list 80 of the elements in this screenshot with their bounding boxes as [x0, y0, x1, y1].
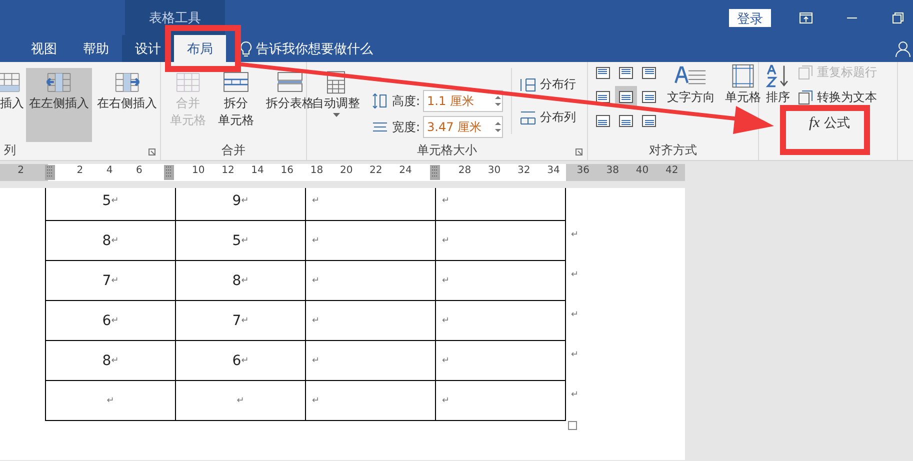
insert-button[interactable]: 在左侧插入 — [26, 68, 92, 142]
ruler-number: 40 — [634, 165, 650, 178]
dialog-launcher-icon[interactable] — [575, 148, 583, 156]
data-button[interactable]: fx 公式 — [795, 112, 879, 134]
spinner-icon[interactable] — [494, 120, 502, 134]
ruler-number: 28 — [457, 165, 472, 178]
group-label: 合并 — [222, 142, 246, 159]
ruler-number: 12 — [220, 165, 236, 178]
table-cell: ↵ — [45, 380, 176, 421]
ruler-number: 24 — [398, 165, 413, 178]
restore-icon[interactable] — [891, 10, 905, 24]
table-cell: ↵ — [435, 380, 566, 421]
distribute-columns-icon — [520, 110, 536, 126]
ruler-number: 34 — [546, 165, 561, 178]
dropdown-caret-icon — [332, 113, 340, 117]
lightbulb-icon — [240, 40, 252, 56]
field-label: 高度: — [392, 92, 420, 110]
ruler-number: 38 — [605, 165, 620, 178]
size-field[interactable]: 1.1 厘米 — [423, 90, 504, 112]
convert-icon — [797, 90, 813, 106]
insert-button[interactable]: 插入 — [0, 68, 24, 142]
ruler-number: 16 — [280, 165, 294, 178]
ribbon-tab[interactable]: 帮助 — [70, 35, 122, 62]
column-marker-icon[interactable] — [164, 165, 174, 180]
login-button[interactable]: 登录 — [729, 8, 771, 26]
ruler-number: 18 — [309, 165, 324, 178]
distribute-button[interactable]: 分布列 — [518, 107, 578, 128]
table-resize-handle[interactable] — [568, 421, 577, 430]
alignment-option-button[interactable]: 单元格 — [722, 62, 764, 136]
ribbon-display-icon[interactable] — [799, 10, 813, 24]
ruler-number: 2 — [76, 165, 84, 178]
tell-me-search[interactable]: 告诉我你想要做什么 — [226, 35, 373, 62]
group-label: 对齐方式 — [649, 142, 697, 159]
align-icon — [642, 66, 656, 78]
ruler-number: 42 — [664, 165, 680, 178]
align-icon — [596, 66, 610, 78]
merge-button[interactable]: 拆分 单元格 — [215, 68, 257, 142]
group-label: 单元格大小 — [417, 142, 477, 159]
ruler-number: 22 — [368, 165, 384, 178]
sort-button[interactable]: 排序 — [763, 62, 793, 136]
align-icon — [596, 114, 610, 126]
ruler-number: 14 — [250, 165, 265, 178]
spinner-icon[interactable] — [494, 94, 502, 108]
ruler-number: 32 — [516, 165, 532, 178]
alignment-option-button[interactable]: 文字方向 — [664, 62, 718, 136]
ruler-number: 30 — [486, 165, 502, 178]
paragraph-mark: ↵ — [571, 270, 579, 280]
paragraph-mark: ↵ — [571, 310, 579, 320]
align-icon — [619, 114, 633, 126]
row-height-icon — [371, 92, 389, 110]
ruler-number: 20 — [338, 165, 354, 178]
ruler-number: 10 — [190, 165, 206, 178]
fx-symbol: fx — [809, 114, 820, 132]
group-label: 列 — [3, 142, 16, 159]
size-field[interactable]: 3.47 厘米 — [423, 116, 504, 138]
align-icon — [642, 114, 656, 126]
column-marker-icon[interactable] — [45, 165, 56, 180]
align-button[interactable] — [615, 86, 637, 107]
ruler-number: 6 — [134, 165, 144, 178]
ribbon-tab[interactable]: 视图 — [18, 35, 70, 62]
column-marker-icon[interactable] — [430, 165, 440, 180]
account-icon[interactable] — [895, 40, 911, 56]
align-icon — [619, 66, 633, 78]
ruler-number: 4 — [105, 165, 114, 178]
paragraph-mark: ↵ — [571, 350, 579, 360]
insert-button[interactable]: 在右侧插入 — [94, 68, 160, 142]
ruler-number: 36 — [576, 165, 590, 178]
align-icon — [596, 90, 610, 102]
distribute-rows-icon — [520, 76, 536, 92]
align-icon — [642, 90, 656, 102]
ruler-number: 2 — [16, 165, 25, 178]
dialog-launcher-icon[interactable] — [148, 148, 156, 156]
data-button[interactable]: 转换为文本 — [795, 87, 879, 108]
distribute-button[interactable]: 分布行 — [518, 74, 578, 95]
paragraph-mark: ↵ — [571, 390, 579, 400]
paragraph-mark: ↵ — [571, 230, 579, 240]
align-icon — [619, 90, 633, 102]
ribbon-tab[interactable]: 布局 — [174, 35, 226, 62]
repeat-header-icon — [797, 64, 813, 80]
field-label: 宽度: — [392, 118, 420, 136]
